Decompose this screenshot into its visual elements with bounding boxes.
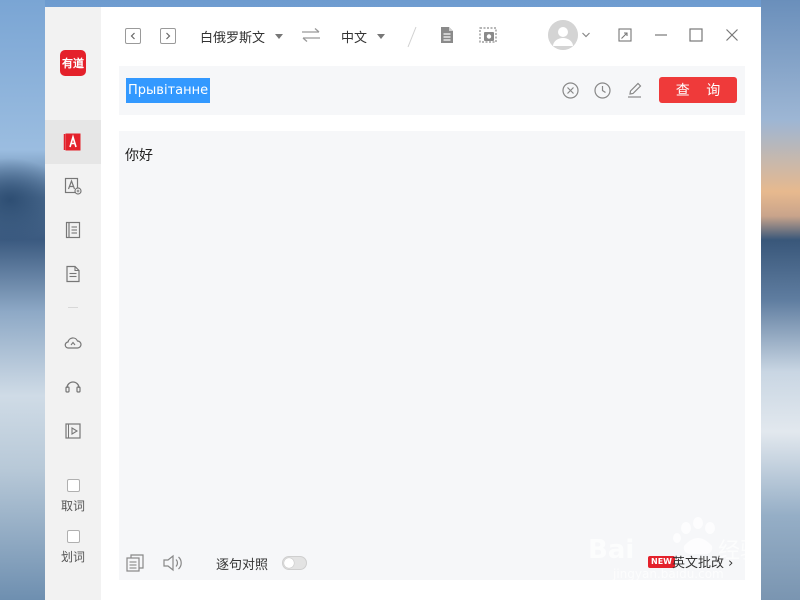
select-word-label: 划词 [60, 550, 85, 564]
new-badge: NEW [648, 556, 675, 568]
forward-button[interactable] [160, 28, 176, 44]
chevron-down-icon [275, 34, 284, 39]
close-icon[interactable] [724, 27, 740, 43]
capture-word-toggle[interactable]: 取词 [45, 479, 101, 514]
target-language-select[interactable]: 中文 [341, 27, 386, 46]
english-correction-link[interactable]: 英文批改 › [672, 552, 733, 571]
sentence-compare-label: 逐句对照 [216, 558, 269, 573]
headset-icon [65, 381, 81, 393]
source-input-bar[interactable]: Прывітанне 查 询 [119, 66, 745, 115]
clear-icon[interactable] [561, 81, 580, 100]
screenshot-icon[interactable] [478, 25, 498, 45]
sidebar-divider [68, 307, 78, 308]
text-translate-icon [63, 133, 81, 151]
capture-word-checkbox[interactable] [66, 479, 80, 492]
sidebar-item-image-translate[interactable] [45, 164, 101, 208]
app-logo: 有道 [60, 50, 86, 76]
sidebar-item-dictionary[interactable] [45, 208, 101, 252]
image-translate-icon [64, 177, 82, 195]
toolbar-divider [407, 26, 417, 48]
source-language-label: 白俄罗斯文 [200, 31, 266, 46]
cloud-icon [64, 337, 82, 349]
maximize-icon[interactable] [688, 27, 704, 43]
app-window: 有道 取词 划词 白俄罗斯文 中文 Прывітанне 查 询 你好 逐句对照… [45, 7, 761, 600]
translation-result-text: 你好 [125, 148, 153, 164]
avatar-chevron-down-icon[interactable] [581, 31, 591, 39]
select-word-toggle[interactable]: 划词 [45, 530, 101, 565]
desktop-background-right [761, 0, 800, 600]
sentence-compare-toggle[interactable] [282, 556, 307, 570]
sidebar-item-headset[interactable] [45, 364, 101, 408]
chevron-down-icon [377, 34, 386, 39]
forward-icon [166, 32, 171, 40]
speaker-icon[interactable] [161, 552, 183, 574]
query-button[interactable]: 查 询 [659, 77, 737, 103]
avatar-icon [548, 20, 578, 50]
desktop-background-left [0, 0, 45, 600]
sidebar-item-cloud[interactable] [45, 321, 101, 365]
history-icon[interactable] [593, 81, 612, 100]
back-button[interactable] [125, 28, 141, 44]
copy-icon[interactable] [124, 552, 146, 574]
translation-result-panel: 你好 逐句对照 NEW 英文批改 › [119, 131, 745, 580]
toggle-knob [284, 558, 294, 568]
source-language-select[interactable]: 白俄罗斯文 [200, 27, 284, 46]
sidebar-item-text-translate[interactable] [45, 120, 101, 164]
capture-word-label: 取词 [60, 499, 85, 513]
sidebar-item-document[interactable] [45, 252, 101, 296]
user-avatar[interactable] [548, 20, 578, 50]
minimize-icon[interactable] [653, 27, 669, 43]
sidebar: 有道 取词 划词 [45, 7, 101, 600]
sidebar-item-video[interactable] [45, 409, 101, 453]
handwriting-icon[interactable] [625, 81, 644, 100]
target-language-label: 中文 [341, 31, 368, 46]
top-bar: 白俄罗斯文 中文 [101, 7, 761, 65]
document-icon[interactable] [437, 25, 457, 45]
select-word-checkbox[interactable] [66, 530, 80, 543]
video-play-icon [65, 423, 81, 439]
document-translate-icon [66, 265, 80, 283]
shrink-icon[interactable] [617, 27, 633, 43]
swap-icon[interactable] [300, 27, 322, 43]
source-text-input[interactable]: Прывітанне [126, 78, 211, 103]
back-icon [130, 32, 135, 40]
dictionary-book-icon [65, 221, 81, 239]
